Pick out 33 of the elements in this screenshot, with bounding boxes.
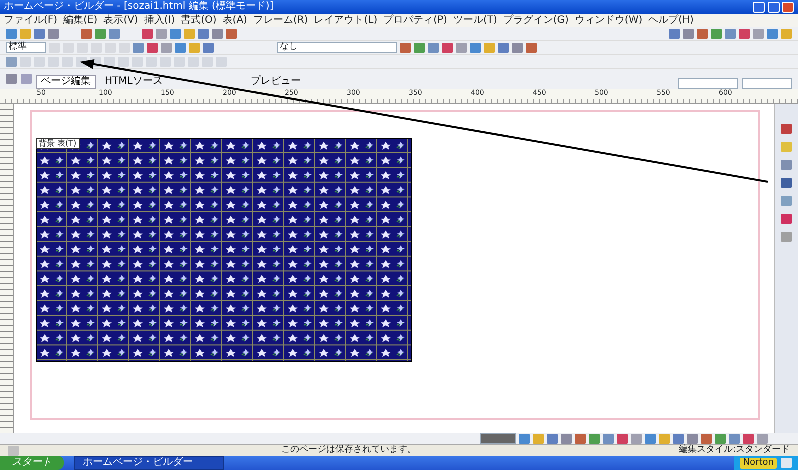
menu-item[interactable]: フレーム(R) [253,14,308,27]
style-select[interactable]: 標準 [6,42,46,53]
start-button[interactable]: スタート [0,456,64,470]
minimize-button[interactable] [753,2,765,12]
menu-item[interactable]: ウィンドウ(W) [574,14,643,27]
menu-item[interactable]: レイアウト(L) [314,14,378,27]
tray-button[interactable]: Norton [740,458,777,468]
table-label: 背景 表(T) [36,138,80,149]
menu-item[interactable]: 編集(E) [64,14,98,27]
view-tab[interactable]: HTMLソース [100,75,168,89]
menu-item[interactable]: 表示(V) [104,14,138,27]
maximize-button[interactable] [768,2,780,12]
menu-item[interactable]: ツール(T) [453,14,498,27]
menu-item[interactable]: ファイル(F) [4,14,58,27]
status-icon[interactable] [8,446,19,456]
status-message: このページは保存されています。 [281,445,416,456]
font-select[interactable]: なし [277,42,397,53]
dropdown-field[interactable] [742,78,792,89]
view-tab[interactable]: プレビュー [246,75,306,89]
view-tab[interactable]: ページ編集 [36,75,96,89]
menu-item[interactable]: 書式(O) [181,14,217,27]
window-title: ホームページ・ビルダー - [sozai1.html 編集 (標準モード)] [4,0,274,14]
taskbar-window-button[interactable]: ホームページ・ビルダー [74,456,224,470]
edit-mode-label: 編集スタイル:スタンダード [678,445,790,456]
close-button[interactable] [782,2,794,12]
dropdown-field[interactable] [678,78,738,89]
menu-item[interactable]: プロパティ(P) [384,14,448,27]
menu-item[interactable]: ヘルプ(H) [648,14,694,27]
menu-item[interactable]: 表(A) [222,14,248,27]
toolbar-icon[interactable] [104,56,115,66]
zoom-field[interactable] [480,433,516,444]
menu-item[interactable]: 挿入(I) [144,14,176,27]
menu-item[interactable]: プラグイン(G) [503,14,569,27]
